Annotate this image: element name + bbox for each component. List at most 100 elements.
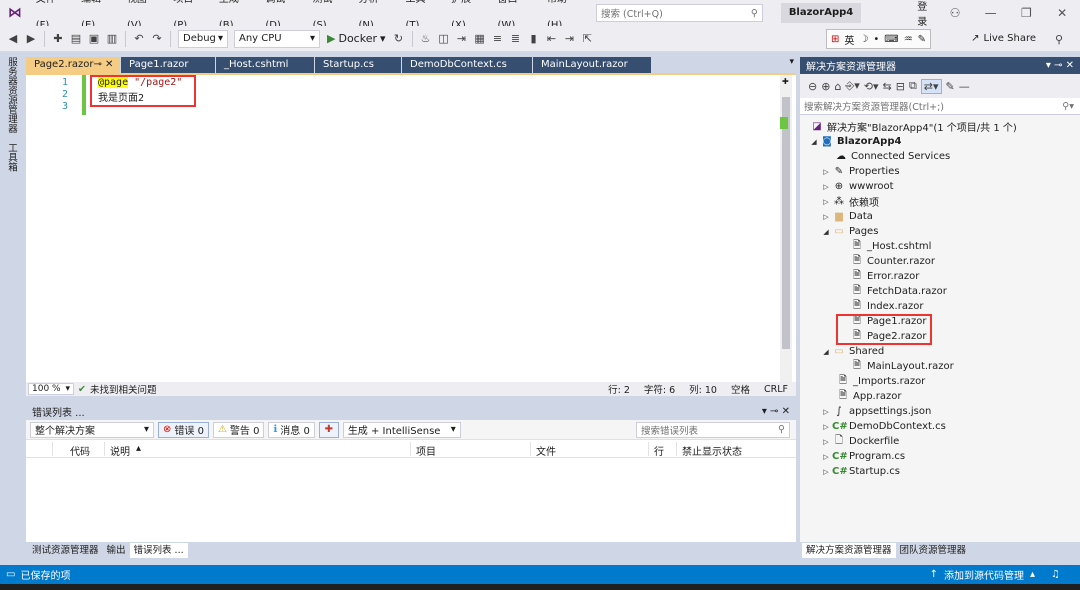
show-all-icon[interactable]: ⧉ <box>909 79 917 93</box>
tab-output[interactable]: 输出 <box>103 543 130 558</box>
bookmark-clear-icon[interactable]: ⇱ <box>579 30 597 48</box>
collapsed-icon[interactable]: ▷ <box>820 408 832 416</box>
preview-icon[interactable]: ⇄▾ <box>920 78 942 94</box>
account-icon[interactable]: ⚇ <box>937 6 973 20</box>
panel-controls-icon[interactable]: ▾ ⊸ ✕ <box>762 406 790 417</box>
tree-item-startup-cs[interactable]: ▷ C# Startup.cs <box>820 464 900 479</box>
solution-search-input[interactable]: 搜索解决方案资源管理器(Ctrl+;) ⚲▾ <box>800 98 1080 115</box>
minimize-icon[interactable]: — <box>973 6 1009 20</box>
scope-select[interactable]: 整个解决方案 ▾ <box>30 421 154 438</box>
tree-item-fetchdata-razor[interactable]: 🗎 FetchData.razor <box>850 284 947 299</box>
hot-reload-icon[interactable]: ♨ <box>417 30 435 48</box>
tab-page2-razor[interactable]: Page2.razor ⊸ ✕ <box>26 57 120 73</box>
quick-search-input[interactable]: 搜索 (Ctrl+Q) ⚲ <box>596 4 763 22</box>
column-project[interactable]: 项目 <box>416 443 436 458</box>
layout-icon[interactable]: ▦ <box>471 30 489 48</box>
column-suppression[interactable]: 禁止显示状态 <box>682 443 742 458</box>
tab-host-cshtml[interactable]: _Host.cshtml <box>216 57 314 73</box>
whitespace-mode[interactable]: 空格 <box>731 382 750 396</box>
forward-icon[interactable]: ▶ <box>22 30 40 48</box>
error-search-input[interactable]: 搜索错误列表 ⚲ <box>636 421 790 438</box>
keyboard-icon[interactable]: ⌨ <box>884 34 898 45</box>
column-file[interactable]: 文件 <box>536 443 556 458</box>
filter-toggle-button[interactable]: ✚ <box>318 421 339 438</box>
tree-item-host-cshtml[interactable]: 🗎 _Host.cshtml <box>850 239 931 254</box>
collapsed-icon[interactable]: ▷ <box>820 468 832 476</box>
collapsed-icon[interactable]: ▷ <box>820 423 832 431</box>
wrench-icon[interactable]: ✎ <box>918 34 926 45</box>
collapsed-icon[interactable]: ▷ <box>820 453 832 461</box>
error-list-body[interactable] <box>26 458 796 542</box>
tree-item-properties[interactable]: ▷ ✎ Properties <box>820 164 899 179</box>
tree-item-dockerfile[interactable]: ▷ 🗋 Dockerfile <box>820 434 899 449</box>
outdent-icon[interactable]: ≣ <box>507 30 525 48</box>
editor-vertical-scrollbar[interactable]: ✚ <box>780 75 792 382</box>
column-line[interactable]: 行 <box>654 443 664 458</box>
tree-item-error-razor[interactable]: 🗎 Error.razor <box>850 269 919 284</box>
tree-item-shared[interactable]: ◢ ▭ Shared <box>820 344 884 359</box>
login-link[interactable]: 登录 <box>917 0 937 28</box>
line-ending[interactable]: CRLF <box>764 384 788 395</box>
refresh-icon[interactable]: ↻ <box>390 30 408 48</box>
feedback-icon[interactable]: ⚲ <box>1050 30 1068 48</box>
build-mode-select[interactable]: 生成 + IntelliSense ▾ <box>342 421 461 438</box>
tab-test-explorer[interactable]: 测试资源管理器 <box>28 543 103 558</box>
platform-select[interactable]: Any CPU ▾ <box>234 29 320 48</box>
collapsed-icon[interactable]: ▷ <box>820 168 832 176</box>
indent-icon[interactable]: ≡ <box>489 30 507 48</box>
solution-config-select[interactable]: Debug ▾ <box>178 29 228 48</box>
bookmark-icon[interactable]: ▮ <box>525 30 543 48</box>
tree-item-connected-services[interactable]: ☁ Connected Services <box>834 149 950 164</box>
ime-logo-icon[interactable]: ⊞ <box>831 34 839 45</box>
tree-item-imports-razor[interactable]: 🗎 _Imports.razor <box>836 374 925 389</box>
collapsed-icon[interactable]: ▷ <box>820 198 832 206</box>
forward-icon[interactable]: ⊕ <box>821 80 830 93</box>
tree-item-wwwroot[interactable]: ▷ ⊕ wwwroot <box>820 179 893 194</box>
back-icon[interactable]: ⊖ <box>808 80 817 93</box>
ime-mode[interactable]: 英 <box>844 32 854 47</box>
tree-item-app-razor[interactable]: 🗎 App.razor <box>836 389 901 404</box>
tree-item-counter-razor[interactable]: 🗎 Counter.razor <box>850 254 935 269</box>
save-all-icon[interactable]: ▥ <box>103 30 121 48</box>
sync-icon[interactable]: ⇆ <box>883 80 892 93</box>
moon-icon[interactable]: ☽ <box>859 34 868 45</box>
add-to-source-control[interactable]: 添加到源代码管理 <box>944 567 1024 582</box>
run-button[interactable]: ▶ Docker ▾ <box>323 30 390 48</box>
open-folder-icon[interactable]: ▤ <box>67 30 85 48</box>
tab-page1-razor[interactable]: Page1.razor <box>121 57 215 73</box>
history-icon[interactable]: ⟲▾ <box>864 80 879 93</box>
tree-item-mainlayout-razor[interactable]: 🗎 MainLayout.razor <box>850 359 954 374</box>
warnings-filter-button[interactable]: ⚠ 警告 0 <box>212 421 265 438</box>
code-editor[interactable]: 1 2 3 @page "/page2" 我是页面2 ✚ <box>26 73 796 382</box>
undo-icon[interactable]: ↶ <box>130 30 148 48</box>
close-icon[interactable]: ✕ <box>1044 6 1080 20</box>
bookmark-next-icon[interactable]: ⇥ <box>561 30 579 48</box>
live-share-button[interactable]: ↗ Live Share <box>971 33 1036 44</box>
maximize-icon[interactable]: ❐ <box>1009 6 1045 20</box>
tree-item-program-cs[interactable]: ▷ C# Program.cs <box>820 449 905 464</box>
step-icon[interactable]: ⇥ <box>453 30 471 48</box>
tree-item-demodbcontext-cs[interactable]: ▷ C# DemoDbContext.cs <box>820 419 946 434</box>
toolbox-tab[interactable]: 工具箱 <box>4 143 18 172</box>
scrollbar-thumb[interactable] <box>782 97 790 349</box>
browser-link-icon[interactable]: ◫ <box>435 30 453 48</box>
tab-error-list[interactable]: 错误列表 ... <box>129 543 188 558</box>
switch-views-icon[interactable]: ⎆▾ <box>845 79 859 93</box>
tree-item-data[interactable]: ▷ ▆ Data <box>820 209 873 224</box>
collapse-icon[interactable]: ⊟ <box>896 80 905 93</box>
new-project-icon[interactable]: ✚ <box>49 30 67 48</box>
collapsed-icon[interactable]: ▷ <box>820 183 832 191</box>
tab-demodbcontext-cs[interactable]: DemoDbContext.cs <box>402 57 532 73</box>
tree-item-index-razor[interactable]: 🗎 Index.razor <box>850 299 923 314</box>
tree-item-pages[interactable]: ◢ ▭ Pages <box>820 224 878 239</box>
collapsed-icon[interactable]: ▷ <box>820 438 832 446</box>
tab-team-explorer[interactable]: 团队资源管理器 <box>896 543 971 558</box>
issues-indicator[interactable]: ✔ 未找到相关问题 <box>78 382 156 397</box>
shirt-icon[interactable]: ♒ <box>904 34 913 45</box>
punctuation-icon[interactable]: • <box>873 34 879 45</box>
collapsed-icon[interactable]: ▷ <box>820 213 832 221</box>
zoom-select[interactable]: 100 % ▾ <box>28 383 74 395</box>
panel-controls-icon[interactable]: ▾ ⊸ ✕ <box>1046 60 1074 71</box>
expanded-icon[interactable]: ◢ <box>820 228 832 236</box>
pin-icon[interactable]: ⊸ ✕ <box>93 57 113 73</box>
